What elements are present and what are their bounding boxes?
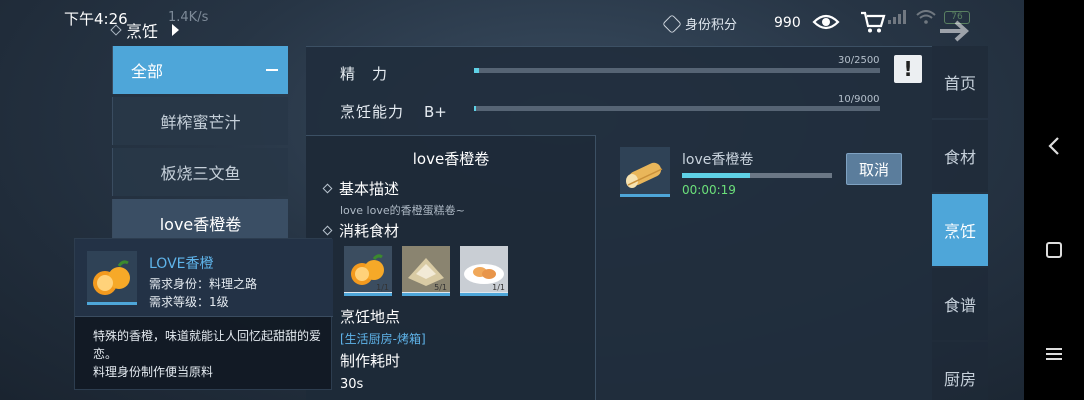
queue-remaining-time: 00:00:19 (682, 183, 736, 197)
ingredient-slot[interactable]: 5/1 (402, 246, 450, 296)
side-tabs: 首页 食材 烹饪 食谱 厨房 (932, 46, 988, 400)
info-alert-button[interactable]: ! (894, 55, 922, 83)
basic-desc-text: love love的香橙蛋糕卷~ (340, 204, 465, 217)
expand-arrow-icon[interactable] (172, 24, 180, 36)
ingredient-qty: 1/1 (492, 283, 505, 292)
recipe-detail: love香橙卷 基本描述 love love的香橙蛋糕卷~ 消耗食材 1/1 5… (306, 135, 596, 400)
tooltip-header: LOVE香橙 需求身份：料理之路 需求等级：1级 (75, 239, 333, 317)
location-heading: 烹饪地点 (340, 306, 400, 327)
tab-label: 烹饪 (943, 222, 976, 241)
tab-kitchen[interactable]: 厨房 (932, 342, 988, 400)
ingredient-slot[interactable]: 1/1 (344, 246, 392, 296)
tooltip-item-name: LOVE香橙 (149, 256, 214, 272)
queue-progress-fill (682, 173, 750, 178)
tab-recipes[interactable]: 食谱 (932, 268, 988, 340)
cancel-button[interactable]: 取消 (846, 153, 902, 185)
skill-bar (474, 106, 880, 111)
category-label: 板烧三文鱼 (160, 164, 241, 183)
page-title: 烹饪 (126, 22, 159, 41)
nav-home-button[interactable] (1024, 230, 1084, 270)
recipe-title: love香橙卷 (412, 150, 490, 168)
tab-home[interactable]: 首页 (932, 46, 988, 118)
wifi-icon (916, 10, 936, 24)
skill-label: 烹饪能力 (340, 103, 405, 121)
orange-icon (93, 260, 130, 295)
time-value: 30s (340, 377, 364, 392)
cart-icon[interactable] (860, 10, 886, 34)
eye-icon[interactable] (812, 12, 840, 32)
ingredient-qty: 5/1 (434, 283, 447, 292)
roll-cake-icon (626, 162, 663, 188)
category-item[interactable]: 鲜榨蜜芒汁 (112, 97, 288, 145)
cooking-panel: 精 力 30/2500 烹饪能力 B+ 10/9000 ! love香橙卷 基本… (306, 46, 932, 400)
tooltip-desc-line: 料理身份制作便当原料 (93, 365, 214, 379)
tab-label: 食谱 (943, 296, 976, 315)
tooltip-desc-line: 特殊的香橙，味道就能让人回忆起甜甜的爱恋。 (93, 329, 322, 361)
tooltip-req-identity: 需求身份：料理之路 (149, 277, 258, 291)
ingredients-label: 消耗食材 (339, 222, 400, 240)
skill-value: 10/9000 (838, 94, 880, 105)
category-label: 全部 (131, 62, 164, 81)
identity-points-value: 990 (774, 15, 801, 31)
diamond-icon (110, 24, 122, 36)
identity-points[interactable]: 身份积分 (662, 13, 738, 34)
skill-grade: B+ (424, 102, 447, 121)
category-label: love香橙卷 (159, 215, 242, 234)
category-list: 全部 鲜榨蜜芒汁 板烧三文鱼 love香橙卷 (112, 46, 288, 250)
tab-label: 食材 (943, 148, 976, 167)
queue-progress-bar (682, 173, 832, 178)
system-nav-bar (1024, 0, 1084, 400)
ingredient-slot[interactable]: 1/1 (460, 246, 508, 296)
tooltip-req-level: 需求等级：1级 (149, 295, 229, 309)
diamond-icon (322, 183, 333, 194)
tooltip-description: 特殊的香橙，味道就能让人回忆起甜甜的爱恋。 料理身份制作便当原料 (93, 327, 325, 381)
tooltip-item-slot (87, 251, 137, 305)
menu-icon (1046, 348, 1062, 360)
category-all[interactable]: 全部 (112, 46, 288, 94)
queue-item-slot[interactable] (620, 147, 670, 197)
location-label: 烹饪地点 (340, 308, 401, 326)
energy-row: 精 力 (340, 63, 420, 84)
time-label: 制作耗时 (340, 352, 401, 370)
energy-bar (474, 68, 880, 73)
page-header: 烹饪 (110, 18, 180, 42)
ingredient-qty: 1/1 (376, 283, 389, 292)
queue-item-name: love香橙卷 (682, 152, 754, 168)
location-link[interactable]: [生活厨房-烤箱] (340, 330, 426, 347)
category-label: 鲜榨蜜芒汁 (160, 113, 241, 132)
skill-row: 烹饪能力 B+ (340, 101, 447, 122)
energy-bar-fill (474, 68, 479, 73)
tab-cooking[interactable]: 烹饪 (932, 194, 988, 266)
skill-bar-fill (474, 106, 476, 111)
time-heading: 制作耗时 (340, 350, 400, 371)
category-item[interactable]: 板烧三文鱼 (112, 148, 288, 196)
tab-label: 首页 (943, 74, 976, 93)
signal-icon (888, 10, 906, 24)
basic-desc-label: 基本描述 (339, 180, 400, 198)
collapse-icon (266, 69, 278, 71)
tab-label: 厨房 (943, 370, 976, 389)
tab-ingredients[interactable]: 食材 (932, 120, 988, 192)
energy-value: 30/2500 (838, 55, 880, 66)
nav-back-button[interactable] (1024, 126, 1084, 166)
back-arrow-icon[interactable] (938, 18, 974, 44)
diamond-icon (322, 225, 333, 236)
energy-label: 精 力 (340, 65, 389, 83)
chevron-left-icon (1048, 137, 1059, 155)
basic-desc-heading: 基本描述 (322, 178, 400, 199)
ingredients-heading: 消耗食材 (322, 220, 400, 241)
square-icon (1046, 242, 1062, 258)
nav-menu-button[interactable] (1024, 334, 1084, 374)
game-screen: 下午4:26 1.4K/s 烹饪 身份积分 990 76 全部 鲜榨蜜芒汁 板烧… (0, 0, 1024, 400)
identity-icon (662, 13, 682, 34)
ingredient-tooltip: LOVE香橙 需求身份：料理之路 需求等级：1级 特殊的香橙，味道就能让人回忆起… (74, 238, 333, 390)
identity-label: 身份积分 (685, 18, 738, 33)
